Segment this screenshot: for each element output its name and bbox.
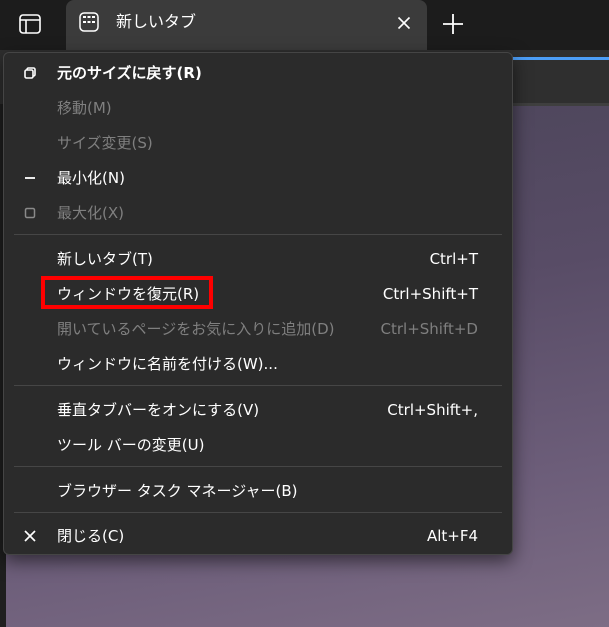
menu-item-label: ブラウザー タスク マネージャー(B) (57, 482, 298, 500)
menu-item-shortcut: Alt+F4 (426, 527, 478, 545)
menu-item-vertical-tabs[interactable]: 垂直タブバーをオンにする(V) Ctrl+Shift+, (4, 393, 512, 427)
window-context-menu: 元のサイズに戻す(R) 移動(M) サイズ変更(S) 最小化(N) 最大化(X)… (3, 52, 513, 555)
menu-separator (14, 466, 502, 467)
close-icon (21, 527, 39, 545)
restore-icon (21, 64, 39, 82)
menu-item-add-open-pages-to-favorites[interactable]: 開いているページをお気に入りに追加(D) Ctrl+Shift+D (4, 312, 512, 346)
highlight-annotation-box (41, 276, 213, 309)
menu-item-customize-toolbar[interactable]: ツール バーの変更(U) (4, 428, 512, 462)
new-tab-plus-icon[interactable] (439, 10, 467, 38)
menu-item-shortcut: Ctrl+Shift+, (387, 401, 478, 419)
menu-item-new-tab[interactable]: 新しいタブ(T) Ctrl+T (4, 242, 512, 276)
menu-item-maximize[interactable]: 最大化(X) (4, 196, 512, 230)
menu-item-shortcut: Ctrl+Shift+T (382, 285, 478, 303)
menu-item-name-window[interactable]: ウィンドウに名前を付ける(W)... (4, 347, 512, 381)
menu-item-task-manager[interactable]: ブラウザー タスク マネージャー(B) (4, 474, 512, 508)
maximize-icon (21, 204, 39, 222)
menu-item-label: 開いているページをお気に入りに追加(D) (57, 320, 335, 338)
menu-item-label: ウィンドウに名前を付ける(W)... (57, 355, 278, 373)
menu-item-label: 移動(M) (57, 99, 112, 117)
menu-item-label: 最小化(N) (57, 169, 125, 187)
tab-new-tab[interactable]: 新しいタブ (66, 0, 427, 50)
menu-item-minimize[interactable]: 最小化(N) (4, 161, 512, 195)
menu-separator (14, 385, 502, 386)
menu-separator (14, 512, 502, 513)
menu-item-restore-size[interactable]: 元のサイズに戻す(R) (4, 56, 512, 90)
menu-item-resize[interactable]: サイズ変更(S) (4, 126, 512, 160)
menu-item-move[interactable]: 移動(M) (4, 91, 512, 125)
menu-item-label: 元のサイズに戻す(R) (57, 64, 202, 82)
menu-item-label: 垂直タブバーをオンにする(V) (57, 401, 260, 419)
tab-actions-menu-icon[interactable] (14, 10, 46, 38)
address-bar-focus-accent (508, 57, 609, 60)
menu-item-close[interactable]: 閉じる(C) Alt+F4 (4, 519, 512, 553)
menu-item-label: 閉じる(C) (57, 527, 125, 545)
menu-item-label: ツール バーの変更(U) (57, 436, 205, 454)
tab-strip: 新しいタブ (0, 0, 609, 50)
menu-item-label: 最大化(X) (57, 204, 124, 222)
tab-title: 新しいタブ (116, 12, 197, 31)
menu-item-shortcut: Ctrl+T (429, 250, 478, 268)
close-icon[interactable] (393, 12, 415, 34)
menu-item-label: サイズ変更(S) (57, 134, 153, 152)
menu-item-shortcut: Ctrl+Shift+D (380, 320, 478, 338)
menu-separator (14, 234, 502, 235)
menu-item-label: 新しいタブ(T) (57, 250, 153, 268)
new-tab-favicon-icon (78, 11, 100, 33)
minimize-icon (21, 169, 39, 187)
